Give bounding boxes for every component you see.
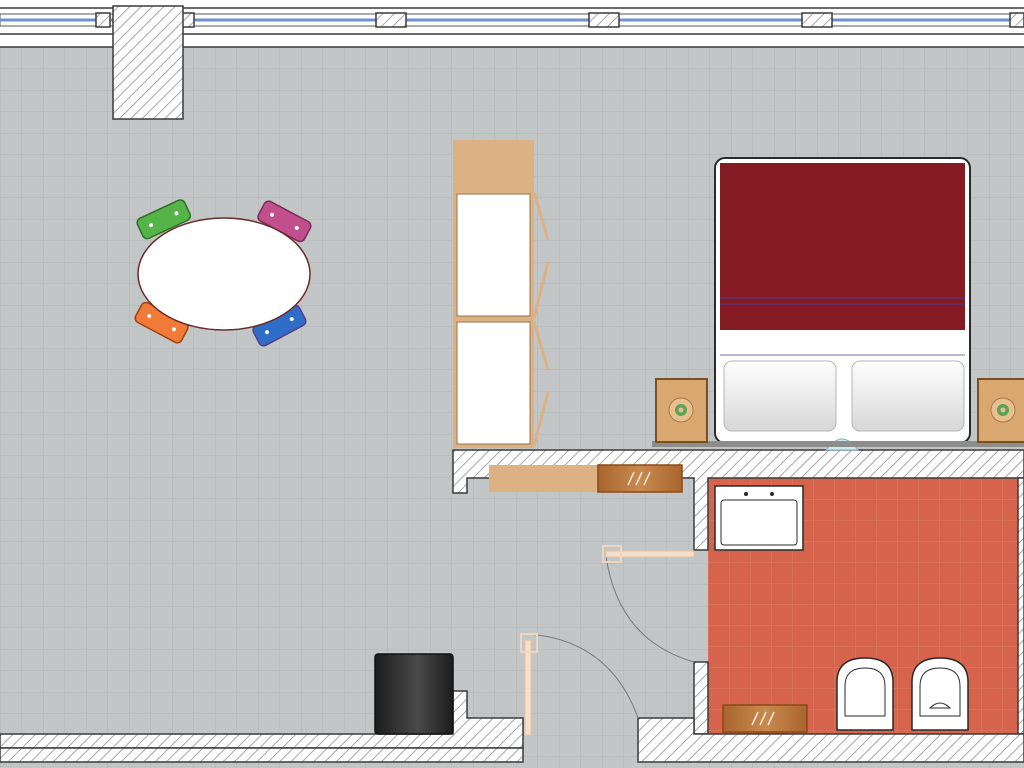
radiator-icon [722, 704, 808, 733]
waste-bin-icon [374, 653, 454, 735]
pillow-icon [851, 360, 965, 432]
toilet-icon[interactable] [836, 657, 894, 731]
floor-plan [0, 0, 1024, 768]
radiator-icon [597, 464, 683, 493]
shelf [489, 465, 599, 492]
bidet-icon[interactable] [911, 657, 969, 731]
nightstand-icon [977, 378, 1024, 443]
dining-table-icon[interactable] [133, 198, 312, 347]
wardrobe-icon[interactable] [453, 140, 550, 448]
sink-icon[interactable] [714, 485, 804, 551]
double-bed-icon[interactable] [714, 157, 971, 444]
table-top [137, 217, 311, 331]
pillow-icon [723, 360, 837, 432]
nightstand-icon [655, 378, 708, 443]
structural-column [112, 5, 184, 120]
